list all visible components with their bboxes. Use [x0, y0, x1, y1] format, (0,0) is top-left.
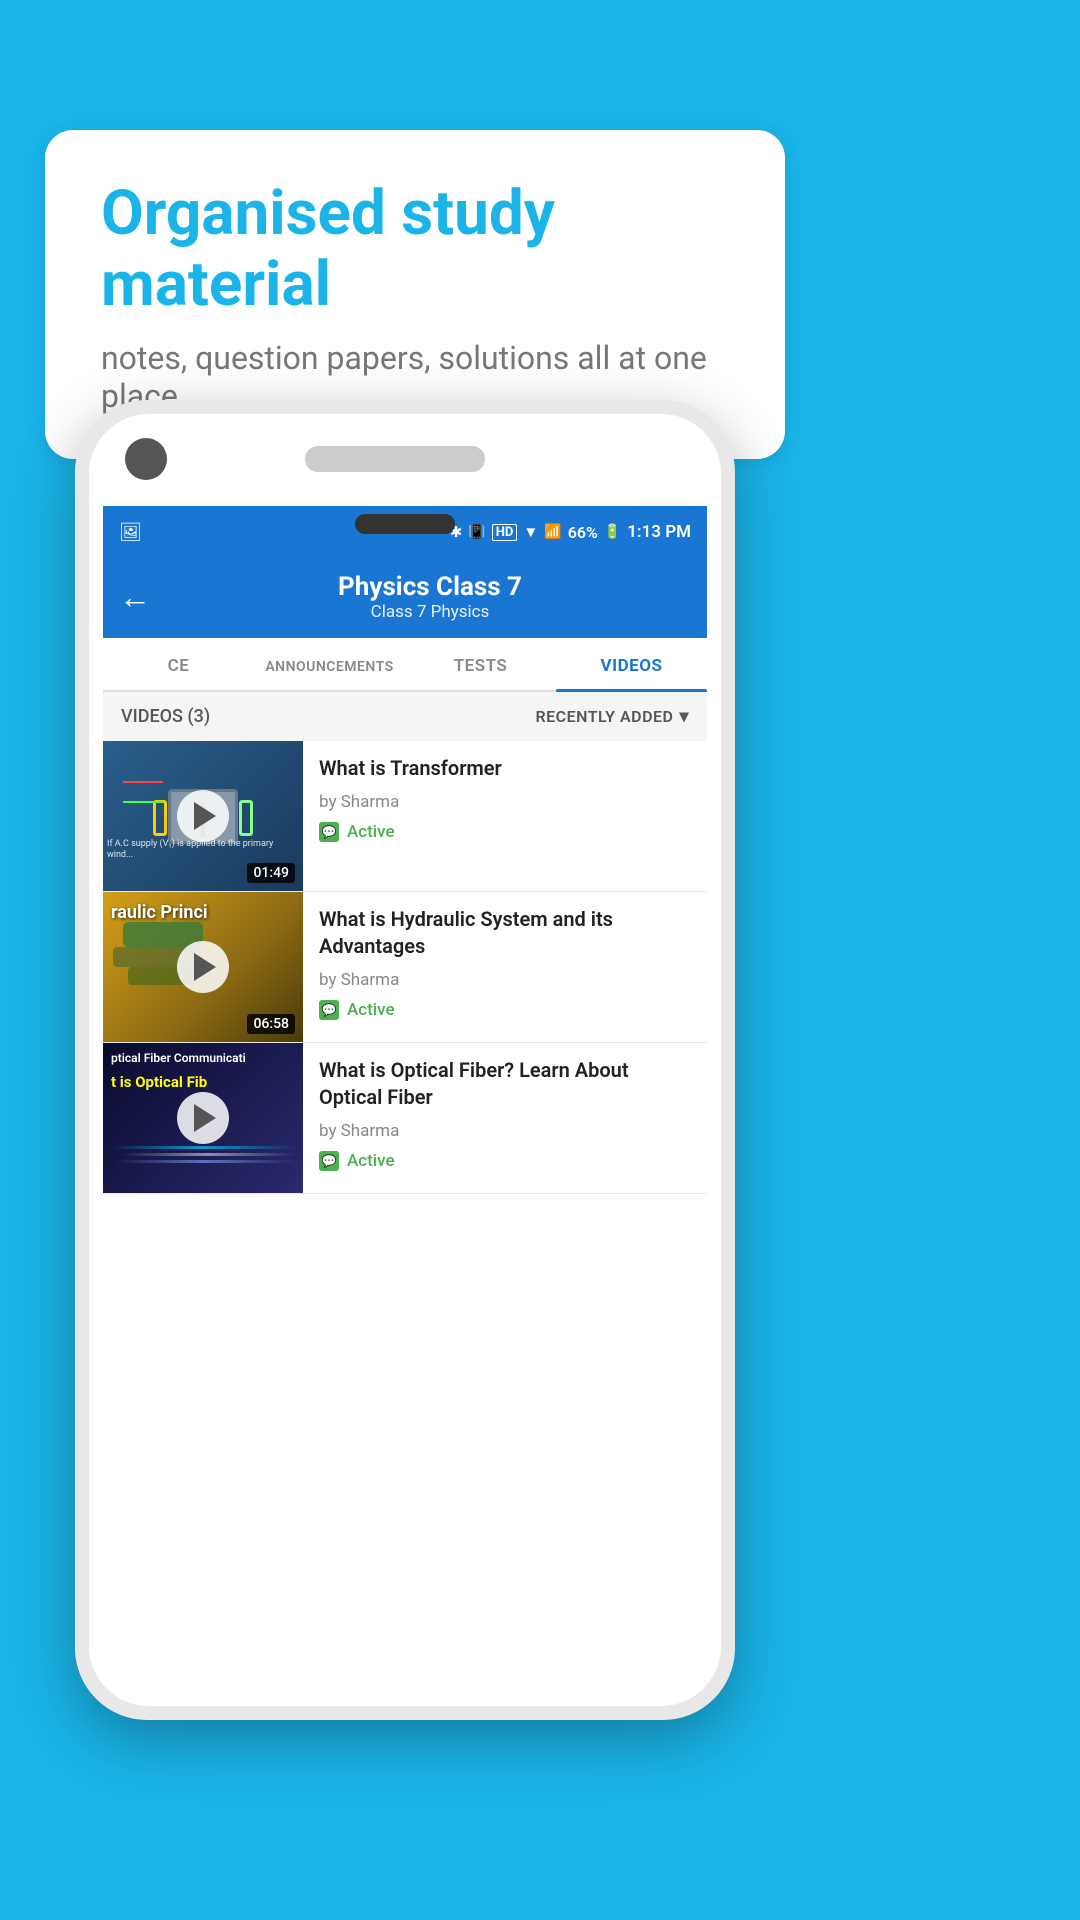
thumbnail-3: ptical Fiber Communicati t is Optical Fi…	[103, 1043, 303, 1193]
video-title-1: What is Transformer	[319, 755, 691, 782]
sort-dropdown[interactable]: RECENTLY ADDED ▾	[535, 706, 689, 727]
tab-videos[interactable]: VIDEOS	[556, 638, 707, 690]
video-info-2: What is Hydraulic System and its Advanta…	[303, 892, 707, 1034]
speech-bubble-title: Organised study material	[101, 178, 729, 321]
tab-ce[interactable]: CE	[103, 638, 254, 690]
hd-badge: HD	[492, 524, 518, 541]
chevron-down-icon: ▾	[679, 706, 689, 727]
phone-frame: 🖼 ✱ 📳 HD ▼ 📶 66% 🔋 1:13 PM ← Physics Cla	[75, 400, 735, 1720]
notification-icon: 🖼	[119, 522, 142, 543]
video-duration-2: 06:58	[247, 1014, 295, 1034]
chat-icon-3: 💬	[319, 1151, 339, 1171]
video-title-3: What is Optical Fiber? Learn About Optic…	[319, 1057, 691, 1111]
video-title-2: What is Hydraulic System and its Advanta…	[319, 906, 691, 960]
vibrate-icon: 📳	[468, 524, 485, 540]
time-display: 1:13 PM	[627, 522, 691, 542]
home-button	[355, 514, 455, 534]
app-bar-main-title: Physics Class 7	[169, 572, 691, 602]
video-info-1: What is Transformer by Sharma 💬 Active	[303, 741, 707, 856]
filter-bar: VIDEOS (3) RECENTLY ADDED ▾	[103, 692, 707, 741]
status-bar-right: ✱ 📳 HD ▼ 📶 66% 🔋 1:13 PM	[450, 522, 691, 542]
back-button[interactable]: ←	[119, 578, 151, 616]
screen-content: 🖼 ✱ 📳 HD ▼ 📶 66% 🔋 1:13 PM ← Physics Cla	[103, 506, 707, 1692]
chat-icon-1: 💬	[319, 822, 339, 842]
video-item-2[interactable]: raulic Princi 06:58 What is Hydraulic Sy…	[103, 892, 707, 1043]
video-info-3: What is Optical Fiber? Learn About Optic…	[303, 1043, 707, 1185]
thumbnail-2: raulic Princi 06:58	[103, 892, 303, 1042]
video-count: VIDEOS (3)	[121, 706, 210, 727]
app-bar-subtitle: Class 7 Physics	[169, 602, 691, 622]
video-duration-1: 01:49	[247, 863, 295, 883]
video-author-1: by Sharma	[319, 792, 691, 812]
play-button-1[interactable]	[177, 790, 229, 842]
play-button-3[interactable]	[177, 1092, 229, 1144]
signal-icon: 📶	[544, 524, 561, 540]
hydraulic-thumbnail-text: raulic Princi	[111, 902, 208, 923]
camera	[125, 438, 167, 480]
sort-label: RECENTLY ADDED	[535, 707, 673, 726]
video-author-3: by Sharma	[319, 1121, 691, 1141]
wifi-icon: ▼	[523, 523, 538, 541]
video-item-1[interactable]: If A.C supply (V₁) is applied to the pri…	[103, 741, 707, 892]
video-status-3: 💬 Active	[319, 1151, 691, 1171]
tab-announcements[interactable]: ANNOUNCEMENTS	[254, 638, 405, 690]
battery-icon: 🔋	[604, 524, 621, 540]
video-status-2: 💬 Active	[319, 1000, 691, 1020]
speaker	[305, 446, 485, 472]
video-author-2: by Sharma	[319, 970, 691, 990]
tab-tests[interactable]: TESTS	[405, 638, 556, 690]
battery-text: 66%	[568, 523, 598, 542]
video-item-3[interactable]: ptical Fiber Communicati t is Optical Fi…	[103, 1043, 707, 1194]
thumbnail-1: If A.C supply (V₁) is applied to the pri…	[103, 741, 303, 891]
app-bar: ← Physics Class 7 Class 7 Physics	[103, 558, 707, 638]
status-bar-left: 🖼	[119, 522, 142, 543]
video-list: If A.C supply (V₁) is applied to the pri…	[103, 741, 707, 1194]
phone-screen: 🖼 ✱ 📳 HD ▼ 📶 66% 🔋 1:13 PM ← Physics Cla	[89, 414, 721, 1706]
optical-thumbnail-text-bottom: t is Optical Fib	[111, 1073, 295, 1091]
tabs-container: CE ANNOUNCEMENTS TESTS VIDEOS	[103, 638, 707, 692]
chat-icon-2: 💬	[319, 1000, 339, 1020]
optical-thumbnail-text-top: ptical Fiber Communicati	[111, 1051, 295, 1065]
app-bar-title-block: Physics Class 7 Class 7 Physics	[169, 572, 691, 622]
video-status-1: 💬 Active	[319, 822, 691, 842]
play-button-2[interactable]	[177, 941, 229, 993]
